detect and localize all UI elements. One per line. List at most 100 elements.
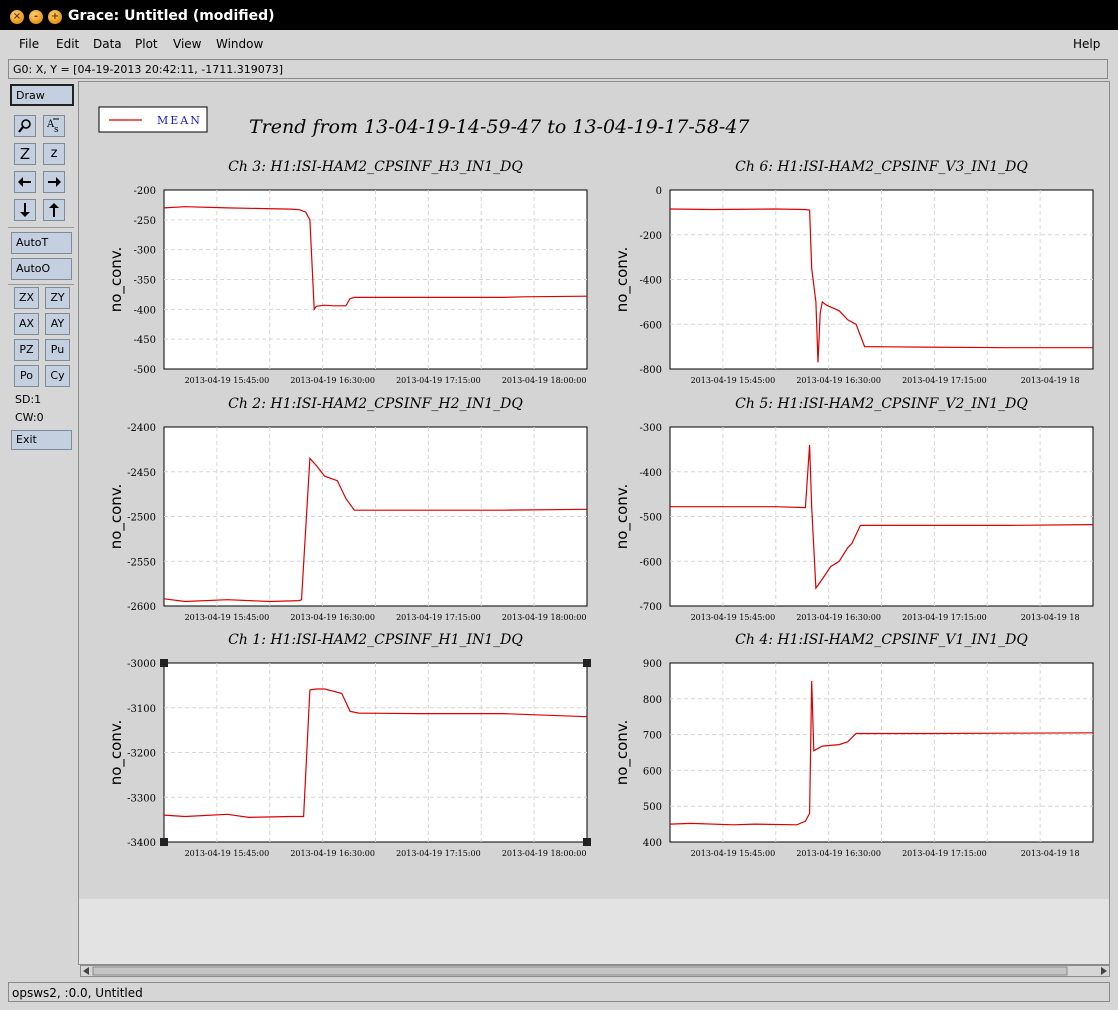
y-tick-label: -3200 [127,749,156,760]
zy-button[interactable]: ZY [45,287,70,309]
graph-panel[interactable]: -2400 -2450 -2500 -2550 -2600 2013-04-19 15:4… [107,396,588,622]
cw-label: CW:0 [15,411,44,424]
y-tick-label: -300 [640,423,662,434]
y-tick-label: -200 [640,231,662,242]
menu-help[interactable]: Help [1073,37,1100,51]
toolbar-divider [8,227,74,228]
exit-button[interactable]: Exit [11,430,72,450]
left-arrow-icon[interactable] [14,171,36,193]
y-axis-label: no_conv. [613,720,632,786]
y-tick-label: -350 [134,276,156,287]
title-bar: × - + Grace: Untitled (modified) [0,0,1118,30]
status-bar: opsws2, :0.0, Untitled [8,982,1110,1002]
pz-button[interactable]: PZ [14,339,39,361]
menu-view[interactable]: View [173,37,201,51]
y-tick-label: 0 [656,186,662,197]
zoom-in-button[interactable]: Z [14,143,36,165]
graph-panel[interactable]: 900 800 700 600 500 400 2013-04-19 15:45:00 201… [613,632,1094,858]
down-arrow-icon[interactable] [14,199,36,221]
x-tick-label: 2013-04-19 16:30:00 [796,613,881,622]
autot-button[interactable]: AutoT [11,232,72,254]
y-tick-label: -500 [640,513,662,524]
y-axis-label: no_conv. [613,484,632,550]
po-button[interactable]: Po [14,365,39,387]
horizontal-scrollbar[interactable] [80,965,1110,977]
locator-bar: G0: X, Y = [04-19-2013 20:42:11, -1711.3… [8,59,1108,79]
y-tick-label: -2400 [127,423,156,434]
selection-handle[interactable] [160,838,168,846]
legend[interactable]: MEAN [98,106,208,133]
y-tick-label: -200 [134,186,156,197]
x-tick-label: 2013-04-19 15:45:00 [691,849,776,858]
graph-panel[interactable]: -300 -400 -500 -600 -700 2013-04-19 15:45:00 2… [613,396,1094,622]
scroll-thumb[interactable] [92,966,1068,976]
draw-button[interactable]: Draw [10,84,74,106]
zoom-icon[interactable] [14,115,36,137]
x-tick-label: 2013-04-19 15:45:00 [691,613,776,622]
selection-handle[interactable] [583,838,591,846]
tool-panel: Draw As Z z AutoT AutoO ZX ZY AX AY PZ P… [8,81,76,979]
menu-edit[interactable]: Edit [56,37,79,51]
panel-title: Ch 1: H1:ISI-HAM2_CPSINF_H1_IN1_DQ [228,632,523,648]
y-tick-label: -250 [134,216,156,227]
y-tick-label: -3100 [127,704,156,715]
menu-data[interactable]: Data [93,37,122,51]
y-axis-label: no_conv. [107,484,126,550]
x-tick-label: 2013-04-19 18 [1021,849,1080,858]
y-tick-label: -700 [640,602,662,613]
x-tick-label: 2013-04-19 17:15:00 [396,613,481,622]
y-axis-label: no_conv. [613,247,632,313]
zoom-out-button[interactable]: z [43,143,65,165]
autoscale-text-icon[interactable]: As [43,115,65,137]
zx-button[interactable]: ZX [14,287,39,309]
x-tick-label: 2013-04-19 17:15:00 [396,849,481,858]
plot-page: MEAN Trend from 13-04-19-14-59-47 to 13-… [79,82,1109,899]
graph-panel[interactable]: -200 -250 -300 -350 -400 -450 -500 2013-04-19 1… [107,159,588,385]
y-tick-label: 900 [643,659,662,670]
cy-button[interactable]: Cy [45,365,70,387]
y-tick-label: -600 [640,557,662,568]
maximize-icon[interactable]: + [48,10,62,24]
y-tick-label: -800 [640,365,662,376]
y-tick-label: -500 [134,365,156,376]
pu-button[interactable]: Pu [45,339,70,361]
panel-title: Ch 3: H1:ISI-HAM2_CPSINF_H3_IN1_DQ [228,159,523,175]
x-tick-label: 2013-04-19 18:00:00 [502,849,587,858]
minimize-icon[interactable]: - [29,10,43,24]
x-tick-label: 2013-04-19 18 [1021,376,1080,385]
y-tick-label: 500 [643,802,662,813]
sd-label: SD:1 [15,393,42,406]
right-arrow-icon[interactable] [43,171,65,193]
y-axis-label: no_conv. [107,247,126,313]
selection-handle[interactable] [160,659,168,667]
x-tick-label: 2013-04-19 17:15:00 [396,376,481,385]
scroll-left-icon[interactable] [83,967,89,975]
grace-window: × - + Grace: Untitled (modified) File Ed… [0,0,1118,1010]
plot-area [669,662,1094,843]
ay-button[interactable]: AY [45,313,70,335]
autoo-button[interactable]: AutoO [11,258,72,280]
up-arrow-icon[interactable] [43,199,65,221]
panel-title: Ch 4: H1:ISI-HAM2_CPSINF_V1_IN1_DQ [735,632,1028,648]
drawing-canvas[interactable]: MEAN Trend from 13-04-19-14-59-47 to 13-… [78,81,1110,965]
graph-svg: MEAN Trend from 13-04-19-14-59-47 to 13-… [98,106,1094,858]
menu-window[interactable]: Window [216,37,263,51]
x-tick-label: 2013-04-19 16:30:00 [290,849,375,858]
y-tick-label: -2450 [127,468,156,479]
graph-panel[interactable]: -3000 -3100 -3200 -3300 -3400 2013-04-19 15:4… [107,632,591,858]
selection-handle[interactable] [583,659,591,667]
close-icon[interactable]: × [10,10,24,24]
menu-plot[interactable]: Plot [135,37,158,51]
ax-button[interactable]: AX [14,313,39,335]
y-tick-label: 700 [643,731,662,742]
y-tick-label: -3400 [127,838,156,849]
panel-title: Ch 2: H1:ISI-HAM2_CPSINF_H2_IN1_DQ [228,396,523,412]
scroll-right-icon[interactable] [1101,967,1107,975]
graph-panel[interactable]: 0 -200 -400 -600 -800 2013-04-19 15:45:00 2013… [613,159,1094,385]
y-tick-label: -3000 [127,659,156,670]
y-tick-label: -3300 [127,793,156,804]
window-title: Grace: Untitled (modified) [68,8,275,24]
chart-title: Trend from 13-04-19-14-59-47 to 13-04-19… [249,116,750,138]
menu-bar: File Edit Data Plot View Window Help [8,31,1110,57]
menu-file[interactable]: File [19,37,39,51]
